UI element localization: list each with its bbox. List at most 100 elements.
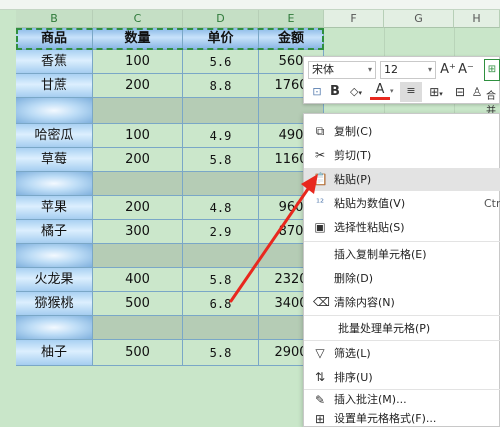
filter-icon: ▽ (315, 346, 325, 360)
product-cell[interactable]: 橘子 (16, 220, 93, 244)
quantity-cell[interactable]: 200 (93, 148, 183, 172)
chevron-down-icon: ▾ (390, 87, 394, 95)
border-icon[interactable]: ⊞▾ (426, 83, 446, 103)
bold-button[interactable]: B (328, 83, 342, 101)
quantity-cell[interactable]: 200 (93, 196, 183, 220)
comment-icon: ✎ (314, 393, 326, 407)
price-cell[interactable]: 5.8 (183, 340, 259, 366)
decrease-font-button[interactable]: A⁻ (458, 61, 474, 79)
header-cell-price[interactable]: 单价 (183, 28, 259, 50)
price-cell[interactable]: 6.8 (183, 292, 259, 316)
price-cell[interactable]: 8.8 (183, 74, 259, 98)
menu-item-label: 剪切(T) (334, 149, 372, 162)
price-cell[interactable]: 5.8 (183, 148, 259, 172)
menu-item-label: 设置单元格格式(F)... (334, 412, 437, 425)
font-name-select[interactable]: 宋体 ▾ (308, 61, 376, 79)
price-cell[interactable]: 5.8 (183, 268, 259, 292)
menu-item-filter[interactable]: ▽ 筛选(L) (304, 342, 500, 365)
menu-item-label: 插入复制单元格(E) (334, 248, 427, 261)
column-header-d[interactable]: D (183, 10, 259, 28)
product-cell[interactable] (16, 244, 93, 268)
menu-separator (304, 340, 500, 341)
menu-item-cut[interactable]: ✂ 剪切(T) (304, 144, 500, 167)
price-cell[interactable] (183, 244, 259, 268)
menu-item-copy[interactable]: ⧉ 复制(C) (304, 120, 500, 143)
price-cell[interactable]: 4.8 (183, 196, 259, 220)
sum-icon[interactable]: ♙ (470, 83, 484, 101)
column-header-e[interactable]: E (259, 10, 324, 28)
wrap-icon[interactable]: ⊞ (484, 59, 500, 81)
paste-values-icon: ¹² (315, 198, 325, 209)
header-cell-quantity[interactable]: 数量 (93, 28, 183, 50)
price-cell[interactable] (183, 98, 259, 124)
quantity-cell[interactable]: 500 (93, 340, 183, 366)
price-cell[interactable]: 4.9 (183, 124, 259, 148)
menu-item-paste-values[interactable]: ¹² 粘贴为数值(V) Ctrl (304, 192, 500, 215)
menu-item-label: 清除内容(N) (334, 296, 395, 309)
paste-special-icon: ▣ (314, 220, 326, 234)
menu-item-paste-special[interactable]: ▣ 选择性粘贴(S) (304, 216, 500, 239)
table-row-blank (16, 98, 324, 124)
sort-icon: ⇅ (314, 370, 326, 384)
column-header-c[interactable]: C (93, 10, 183, 28)
product-cell[interactable]: 草莓 (16, 148, 93, 172)
menu-item-insert-copied-cells[interactable]: 插入复制单元格(E) (304, 243, 500, 266)
spreadsheet-window: B C D E F G H 商品 数量 单价 金额 香蕉 100 5.6 560 甘蔗 2… (0, 0, 500, 427)
column-header-f[interactable]: F (324, 10, 384, 28)
column-header-g[interactable]: G (384, 10, 454, 28)
menu-item-label: 选择性粘贴(S) (334, 221, 405, 234)
font-color-button[interactable]: A (370, 83, 390, 100)
quantity-cell[interactable]: 200 (93, 74, 183, 98)
header-cell-product[interactable]: 商品 (16, 28, 93, 50)
menu-item-clear-contents[interactable]: ⌫ 清除内容(N) (304, 291, 500, 314)
price-cell[interactable]: 5.6 (183, 50, 259, 74)
price-cell[interactable] (183, 172, 259, 196)
product-cell[interactable]: 香蕉 (16, 50, 93, 74)
quantity-cell[interactable]: 500 (93, 292, 183, 316)
price-cell[interactable] (183, 316, 259, 340)
quantity-cell[interactable]: 100 (93, 124, 183, 148)
product-cell[interactable]: 火龙果 (16, 268, 93, 292)
table-row: 橘子 300 2.9 870 (16, 220, 324, 244)
quantity-cell[interactable]: 400 (93, 268, 183, 292)
quantity-cell[interactable]: 100 (93, 50, 183, 74)
menu-item-delete[interactable]: 删除(D) (304, 267, 500, 290)
floating-format-toolbar: 宋体 ▾ 12 ▾ A⁺ A⁻ ⊞ ⊡ B ◇▾ A ▾ ≡ ⊞▾ ⊟ ♙ 合并 (303, 56, 500, 117)
column-header-h[interactable]: H (454, 10, 500, 28)
menu-item-paste[interactable]: 📋 粘贴(P) (304, 168, 500, 191)
menu-item-sort[interactable]: ⇅ 排序(U) (304, 366, 500, 389)
quantity-cell[interactable]: 300 (93, 220, 183, 244)
quantity-cell[interactable] (93, 98, 183, 124)
table-row-blank (16, 244, 324, 268)
fill-color-icon[interactable]: ◇▾ (346, 83, 366, 102)
product-cell[interactable]: 苹果 (16, 196, 93, 220)
product-cell[interactable] (16, 172, 93, 196)
quantity-cell[interactable] (93, 172, 183, 196)
quantity-cell[interactable] (93, 316, 183, 340)
cut-icon: ✂ (314, 148, 326, 162)
product-cell[interactable]: 甘蔗 (16, 74, 93, 98)
font-size-select[interactable]: 12 ▾ (380, 61, 436, 79)
menu-item-label: 批量处理单元格(P) (338, 322, 431, 335)
menu-item-insert-comment[interactable]: ✎ 插入批注(M)... (304, 390, 500, 410)
product-cell[interactable]: 柚子 (16, 340, 93, 366)
format-painter-icon[interactable]: ⊡ (310, 83, 324, 101)
increase-font-button[interactable]: A⁺ (440, 61, 456, 79)
menu-item-batch-process[interactable]: 批量处理单元格(P) (304, 317, 500, 340)
insert-icon[interactable]: ⊟ (452, 83, 468, 101)
column-header-b[interactable]: B (16, 10, 93, 28)
table-row: 柚子 500 5.8 2900 (16, 340, 324, 366)
product-cell[interactable]: 猕猴桃 (16, 292, 93, 316)
product-cell[interactable]: 哈密瓜 (16, 124, 93, 148)
quantity-cell[interactable] (93, 244, 183, 268)
menu-item-format-cells[interactable]: ⊞ 设置单元格格式(F)... (304, 410, 500, 427)
table-header-row: 商品 数量 单价 金额 (16, 28, 324, 50)
product-cell[interactable] (16, 98, 93, 124)
product-cell[interactable] (16, 316, 93, 340)
eraser-icon: ⌫ (313, 295, 330, 309)
table-row: 猕猴桃 500 6.8 3400 (16, 292, 324, 316)
price-cell[interactable]: 2.9 (183, 220, 259, 244)
table-row-blank (16, 172, 324, 196)
align-center-icon[interactable]: ≡ (400, 82, 422, 102)
header-cell-amount[interactable]: 金额 (259, 28, 324, 50)
